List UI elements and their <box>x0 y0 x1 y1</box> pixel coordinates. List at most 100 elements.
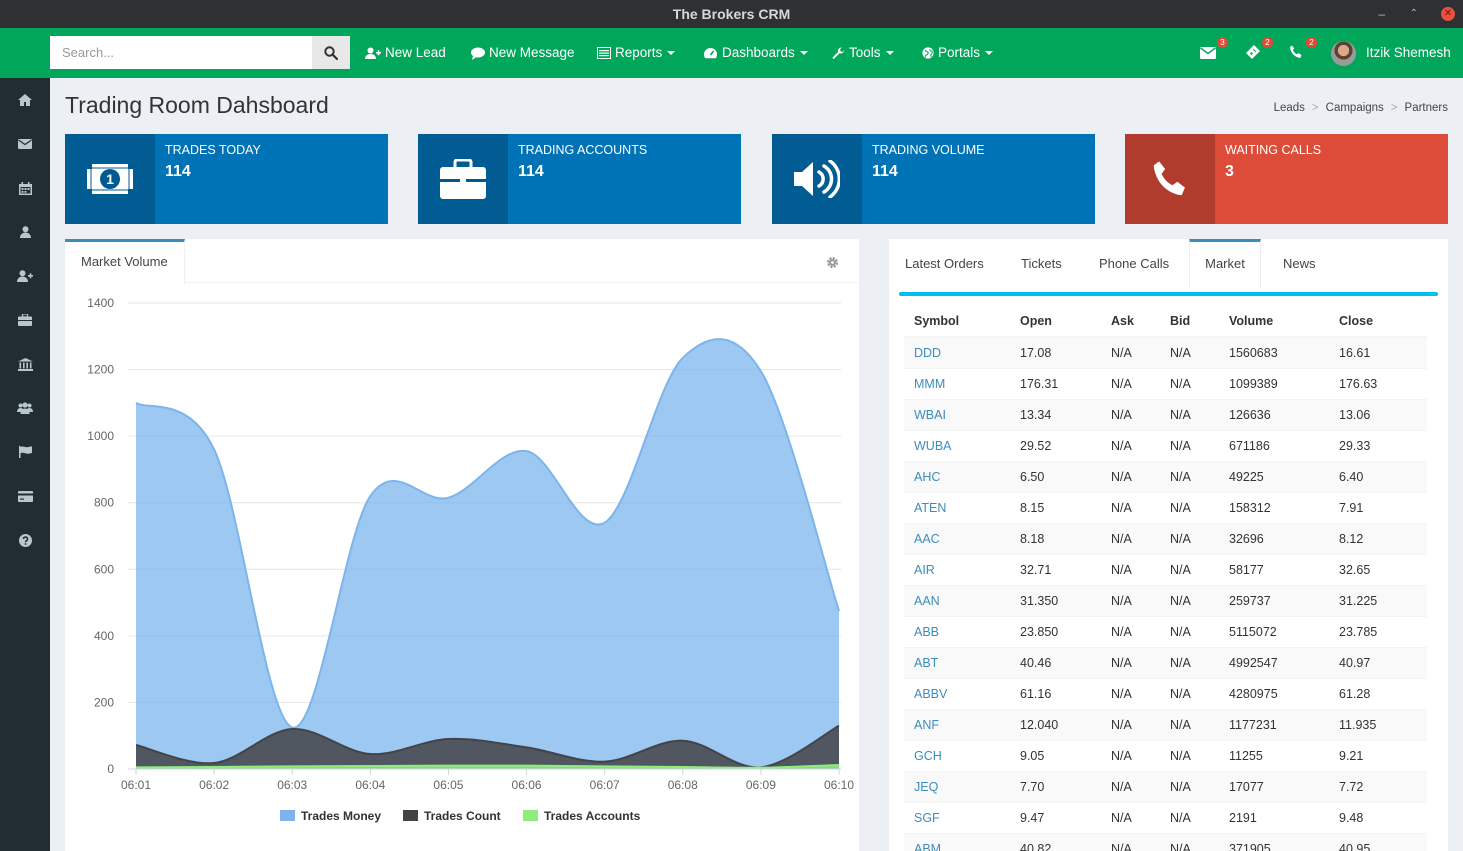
tickets-notification[interactable]: 2 <box>1245 37 1273 64</box>
y-tick-label: 600 <box>94 562 114 576</box>
legend-label[interactable]: Trades Money <box>301 809 381 823</box>
symbol-link[interactable]: ATEN <box>904 491 1010 523</box>
symbol-link[interactable]: ABT <box>904 646 1010 678</box>
column-header[interactable]: Ask <box>1101 305 1160 338</box>
table-row: WUBA 29.52 N/A N/A 671186 29.33 <box>904 429 1427 461</box>
symbol-link[interactable]: WUBA <box>904 429 1010 461</box>
sidebar-item-help[interactable] <box>0 518 50 562</box>
column-header[interactable]: Bid <box>1160 305 1219 338</box>
symbol-link[interactable]: AIR <box>904 553 1010 585</box>
sidebar-item-calendar[interactable] <box>0 166 50 210</box>
column-header[interactable]: Close <box>1329 305 1427 338</box>
dashboards-menu[interactable]: Dashboards <box>703 28 808 78</box>
column-header[interactable]: Open <box>1010 305 1101 338</box>
table-row: ATEN 8.15 N/A N/A 158312 7.91 <box>904 491 1427 523</box>
table-cell: N/A <box>1101 491 1160 523</box>
symbol-link[interactable]: WBAI <box>904 398 1010 430</box>
symbol-link[interactable]: MMM <box>904 367 1010 399</box>
new-message-link[interactable]: New Message <box>471 28 575 78</box>
bank-icon <box>17 357 33 371</box>
symbol-link[interactable]: AAC <box>904 522 1010 554</box>
tools-menu[interactable]: Tools <box>832 28 894 78</box>
calls-notification[interactable]: 2 <box>1289 37 1317 64</box>
table-cell: N/A <box>1160 832 1219 851</box>
x-tick-label: 06:02 <box>199 778 229 792</box>
tab-market[interactable]: Market <box>1189 239 1261 289</box>
briefcase-icon <box>440 159 486 199</box>
sidebar-item-groups[interactable] <box>0 386 50 430</box>
market-volume-panel: Market Volume 0 200 400 600 800 1000 1200 1400 0… <box>65 239 859 851</box>
sidebar-item-accounts[interactable] <box>0 298 50 342</box>
page-title: Trading Room Dahsboard <box>65 92 329 118</box>
breadcrumb-campaigns[interactable]: Campaigns <box>1326 102 1384 114</box>
table-cell: N/A <box>1160 584 1219 616</box>
phone-icon <box>1290 45 1302 58</box>
tab-tickets[interactable]: Tickets <box>1021 239 1062 289</box>
symbol-link[interactable]: DDD <box>904 336 1010 368</box>
column-header[interactable]: Symbol <box>904 305 1010 338</box>
y-tick-label: 1000 <box>87 429 114 443</box>
tab-underline <box>899 292 1438 296</box>
sidebar-item-home[interactable] <box>0 78 50 122</box>
messages-notification[interactable]: 3 <box>1200 37 1228 64</box>
table-cell: 16.61 <box>1329 336 1427 368</box>
tab-news[interactable]: News <box>1283 239 1316 289</box>
avatar[interactable] <box>1331 41 1356 66</box>
table-cell: 8.12 <box>1329 522 1427 554</box>
minimize-button[interactable]: – <box>1378 0 1385 28</box>
reports-menu[interactable]: Reports <box>597 28 676 78</box>
symbol-link[interactable]: AAN <box>904 584 1010 616</box>
table-row: DDD 17.08 N/A N/A 1560683 16.61 <box>904 336 1427 368</box>
chevron-down-icon <box>885 51 894 56</box>
user-menu[interactable]: Itzik Shemesh <box>1366 28 1451 78</box>
symbol-link[interactable]: AHC <box>904 460 1010 492</box>
gear-icon[interactable] <box>826 256 839 269</box>
wrench-icon <box>832 47 845 59</box>
x-tick-label: 06:01 <box>121 778 151 792</box>
breadcrumb-partners[interactable]: Partners <box>1405 102 1448 114</box>
window-title: The Brokers CRM <box>672 6 791 22</box>
envelope-icon <box>18 139 32 149</box>
tab-latest-orders[interactable]: Latest Orders <box>905 239 984 289</box>
sidebar-item-add-user[interactable] <box>0 254 50 298</box>
table-cell: 31.350 <box>1010 584 1101 616</box>
breadcrumb-leads[interactable]: Leads <box>1274 102 1305 114</box>
tab-market-volume[interactable]: Market Volume <box>65 239 185 284</box>
table-cell: 6.40 <box>1329 460 1427 492</box>
column-header[interactable]: Volume <box>1219 305 1329 338</box>
tab-phone-calls[interactable]: Phone Calls <box>1099 239 1169 289</box>
info-box-label: Trades Today <box>165 143 261 157</box>
symbol-link[interactable]: SGF <box>904 801 1010 833</box>
envelope-icon <box>1200 47 1216 59</box>
new-lead-label: New Lead <box>385 45 446 60</box>
close-button[interactable]: ✕ <box>1441 7 1455 21</box>
symbol-link[interactable]: JEQ <box>904 770 1010 802</box>
table-cell: 32.65 <box>1329 553 1427 585</box>
portals-menu[interactable]: Portals <box>922 28 994 78</box>
sidebar-item-bank[interactable] <box>0 342 50 386</box>
x-tick-label: 06:08 <box>668 778 698 792</box>
table-row: AHC 6.50 N/A N/A 49225 6.40 <box>904 460 1427 492</box>
search-input[interactable] <box>50 36 312 69</box>
sidebar-item-campaigns[interactable] <box>0 430 50 474</box>
sidebar-item-messages[interactable] <box>0 122 50 166</box>
symbol-link[interactable]: ABBV <box>904 677 1010 709</box>
sidebar-item-payments[interactable] <box>0 474 50 518</box>
maximize-button[interactable]: ⌃ <box>1410 0 1418 28</box>
legend-label[interactable]: Trades Accounts <box>544 809 641 823</box>
symbol-link[interactable]: ABB <box>904 615 1010 647</box>
table-cell: N/A <box>1160 677 1219 709</box>
legend-swatch <box>523 810 538 821</box>
symbol-link[interactable]: ABM <box>904 832 1010 851</box>
symbol-link[interactable]: ANF <box>904 708 1010 740</box>
sidebar-item-user[interactable] <box>0 210 50 254</box>
table-cell: 49225 <box>1219 460 1329 492</box>
legend-label[interactable]: Trades Count <box>424 809 501 823</box>
x-tick-label: 06:09 <box>746 778 776 792</box>
info-box-waiting-calls: Waiting Calls 3 <box>1125 134 1448 224</box>
new-lead-link[interactable]: New Lead <box>365 28 446 78</box>
table-cell: 13.06 <box>1329 398 1427 430</box>
symbol-link[interactable]: GCH <box>904 739 1010 771</box>
volume-icon <box>794 160 840 198</box>
search-button[interactable] <box>312 36 350 69</box>
